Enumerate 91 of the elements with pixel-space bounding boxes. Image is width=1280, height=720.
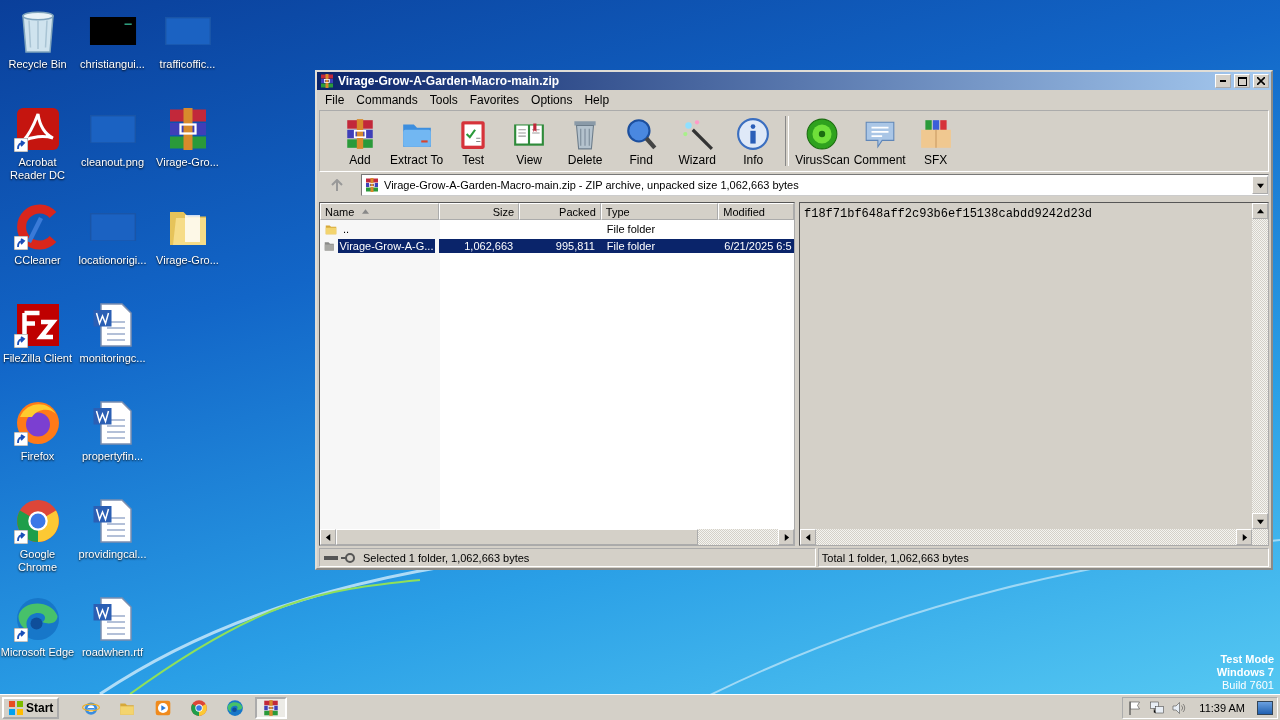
file-name[interactable]: Virage-Grow-A-G... <box>337 238 436 253</box>
desktop-shortcut[interactable]: Firefox <box>0 398 75 484</box>
column-header[interactable]: Packed <box>519 203 601 220</box>
desktop-shortcut[interactable]: Google Chrome <box>0 496 75 582</box>
column-header[interactable]: Size <box>439 203 520 220</box>
address-field[interactable]: Virage-Grow-A-Garden-Macro-main.zip - ZIP archive, unpacked size 1,062,663 bytes <box>361 174 1269 196</box>
arrow-r-icon <box>782 533 790 541</box>
desktop-shortcut[interactable]: providingcal... <box>75 496 150 582</box>
arrow-u-icon <box>1256 207 1264 215</box>
status-text: Selected 1 folder, 1,062,663 bytes <box>363 551 530 564</box>
system-notice: Test Mode <box>1220 653 1274 666</box>
file-thumbnail-icon <box>88 16 137 46</box>
box-icon <box>918 117 953 151</box>
drive-key-icon <box>323 551 357 564</box>
toolbar-button[interactable]: Find <box>613 113 670 169</box>
arrow-l-icon <box>804 533 812 541</box>
archive-comment: f18f71bf648aff2c93b6ef15138cabdd9242d23d <box>803 206 1094 223</box>
close-icon <box>1257 77 1265 85</box>
desktop-shortcut[interactable]: trafficoffic... <box>150 6 225 92</box>
edge-icon <box>226 699 245 717</box>
menu-item[interactable]: Options <box>525 93 579 107</box>
window-title: Virage-Grow-A-Garden-Macro-main.zip <box>338 74 561 88</box>
horizontal-scrollbar[interactable] <box>800 529 1268 545</box>
network-icon <box>1149 700 1166 716</box>
desktop-shortcut[interactable]: Virage-Gro... <box>150 104 225 190</box>
arrow-r-icon <box>1240 533 1248 541</box>
desktop-shortcut[interactable]: Recycle Bin <box>0 6 75 92</box>
clock: 11:39 AM <box>1199 702 1245 714</box>
system-notice: Build 7601 <box>1222 679 1274 692</box>
chrome-icon <box>190 699 209 717</box>
table-cell-text: File folder <box>605 221 657 236</box>
archive-icon <box>262 699 281 717</box>
file-name[interactable]: .. <box>341 221 352 236</box>
toolbar-button[interactable]: Add <box>332 113 388 169</box>
desktop-shortcut[interactable]: propertyfin... <box>75 398 150 484</box>
menu-item[interactable]: Help <box>578 93 616 107</box>
toolbar-button[interactable]: SFX <box>907 113 964 169</box>
archive-icon <box>364 177 380 193</box>
status-text: Total 1 folder, 1,062,663 bytes <box>821 551 969 564</box>
menu-item[interactable]: File <box>319 93 351 107</box>
info-icon <box>736 117 771 151</box>
show-desktop-button[interactable] <box>1257 701 1273 715</box>
menu-item[interactable]: Favorites <box>463 93 526 107</box>
toolbar-button[interactable]: Comment <box>851 113 908 169</box>
desktop-shortcut[interactable]: FileZilla Client <box>0 300 75 386</box>
system-notice: Windows 7 <box>1216 666 1274 679</box>
toolbar-button[interactable]: Wizard <box>669 113 726 169</box>
desktop-shortcut[interactable]: christiangui... <box>75 6 150 92</box>
toolbar-button[interactable]: Delete <box>557 113 614 169</box>
magnifier-icon <box>624 117 659 151</box>
media-player-icon <box>154 699 173 717</box>
minimize-icon <box>1220 80 1226 82</box>
file-thumbnail-icon <box>163 16 212 46</box>
desktop-shortcut[interactable]: Virage-Gro... <box>150 202 225 288</box>
menu-item[interactable]: Tools <box>423 93 464 107</box>
column-header[interactable]: Name <box>320 203 440 220</box>
vertical-scrollbar[interactable] <box>1252 203 1268 529</box>
up-arrow-icon <box>331 179 343 191</box>
archive-icon <box>319 73 335 89</box>
maximize-icon <box>1237 76 1247 86</box>
start-button[interactable]: Start <box>2 697 60 719</box>
toolbar-button[interactable]: Info <box>725 113 782 169</box>
file-thumbnail-icon <box>88 212 137 242</box>
column-header[interactable]: Type <box>600 203 719 220</box>
toolbar-button[interactable]: View <box>501 113 558 169</box>
scanner-icon <box>805 117 840 151</box>
horizontal-scrollbar[interactable] <box>320 529 794 545</box>
browser-icon <box>82 699 101 717</box>
desktop-shortcut[interactable]: cleanout.png <box>75 104 150 190</box>
desktop-shortcut[interactable]: locationorigi... <box>75 202 150 288</box>
taskbar-app[interactable] <box>255 697 288 719</box>
menu-item[interactable]: Commands <box>350 93 424 107</box>
minimize-button[interactable] <box>1215 74 1231 88</box>
dropdown-button[interactable] <box>1252 176 1268 194</box>
desktop-shortcut[interactable]: CCleaner <box>0 202 75 288</box>
speaker-icon <box>1171 700 1188 716</box>
maximize-button[interactable] <box>1234 74 1250 88</box>
toolbar-button[interactable]: VirusScan <box>793 113 852 169</box>
sort-arrow-icon <box>362 209 370 214</box>
column-header[interactable]: Modified <box>718 203 794 220</box>
wand-icon <box>680 117 715 151</box>
toolbar-button[interactable]: Extract To <box>388 113 446 169</box>
close-button[interactable] <box>1253 74 1269 88</box>
desktop-shortcut[interactable]: monitoringc... <box>75 300 150 386</box>
desktop-shortcut[interactable]: Acrobat Reader DC <box>0 104 75 190</box>
windows-logo-icon <box>8 700 24 716</box>
toolbar-button[interactable]: Test <box>445 113 502 169</box>
file-thumbnail-icon <box>88 114 137 144</box>
arrow-l-icon <box>324 533 332 541</box>
arrow-d-icon <box>1256 181 1264 189</box>
arrow-d-icon <box>1256 517 1264 525</box>
